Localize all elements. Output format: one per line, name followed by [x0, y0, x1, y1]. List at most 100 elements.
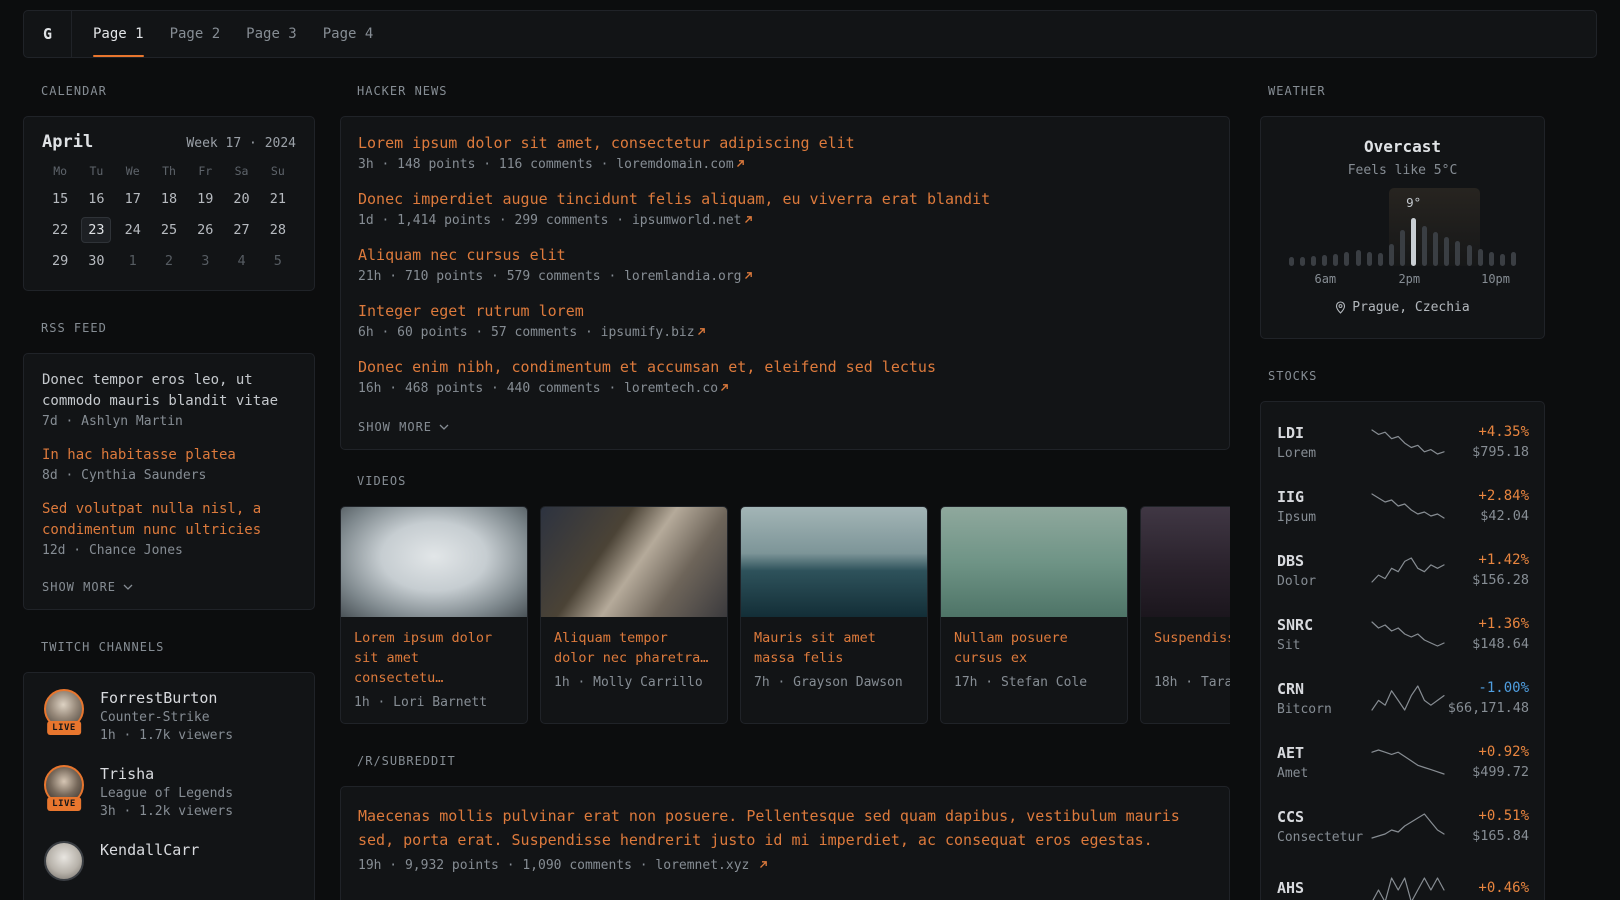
- weather-hour-bar: [1333, 254, 1338, 266]
- weather-hour-bar: [1367, 252, 1372, 266]
- stock-ticker: DBS: [1277, 552, 1371, 570]
- twitch-channel-item[interactable]: KendallCarr: [42, 841, 296, 881]
- video-title[interactable]: Mauris sit amet massa felis: [754, 628, 914, 668]
- external-link-icon: [744, 271, 753, 280]
- calendar-day: 24: [118, 217, 148, 243]
- rss-item: Donec tempor eros leo, ut commodo mauris…: [42, 370, 296, 429]
- weather-hour-bar: [1311, 256, 1316, 266]
- hn-item-domain[interactable]: ipsumify.biz: [601, 325, 695, 340]
- twitch-channel-item[interactable]: LIVETrishaLeague of Legends3h · 1.2k vie…: [42, 765, 296, 819]
- tab-page-1[interactable]: Page 1: [80, 11, 157, 57]
- stock-change: +1.36%: [1445, 616, 1529, 632]
- stock-row[interactable]: LDILorem+4.35%$795.18: [1277, 418, 1528, 466]
- hn-item-meta: 3h · 148 points · 116 comments · loremdo…: [358, 157, 1212, 172]
- weather-hour-bar: [1411, 218, 1416, 266]
- video-thumbnail[interactable]: [941, 507, 1127, 617]
- video-thumbnail[interactable]: [1141, 507, 1230, 617]
- stock-price: $66,171.48: [1445, 700, 1529, 716]
- hn-item: Donec imperdiet augue tincidunt felis al…: [358, 190, 1212, 228]
- show-more-label: SHOW MORE: [42, 580, 116, 594]
- hn-item-title[interactable]: Lorem ipsum dolor sit amet, consectetur …: [358, 134, 1212, 153]
- stock-change: +1.42%: [1445, 552, 1529, 568]
- rss-item-title[interactable]: Sed volutpat nulla nisl, a condimentum n…: [42, 499, 296, 541]
- stock-change: +0.46%: [1445, 880, 1529, 896]
- weather-hour-bar: [1500, 254, 1505, 266]
- calendar-day-cell: 24: [115, 217, 151, 243]
- stock-ticker: CCS: [1277, 808, 1371, 826]
- stock-symbol-block: LDILorem: [1277, 424, 1371, 461]
- weather-section-label: WEATHER: [1268, 84, 1545, 98]
- hn-item-title[interactable]: Aliquam nec cursus elit: [358, 246, 1212, 265]
- rss-item-title[interactable]: In hac habitasse platea: [42, 445, 296, 466]
- hn-item-domain[interactable]: ipsumworld.net: [632, 213, 742, 228]
- calendar-day-cell: 19: [187, 186, 223, 212]
- tab-page-3[interactable]: Page 3: [233, 11, 310, 57]
- calendar-day: 16: [81, 186, 111, 212]
- hn-item-domain[interactable]: loremdomain.com: [616, 157, 733, 172]
- stock-sparkline: [1371, 685, 1445, 711]
- stock-row[interactable]: AHS+0.46%: [1277, 866, 1528, 900]
- weather-feels-like: Feels like 5°C: [1277, 163, 1528, 178]
- external-link-icon: [759, 860, 768, 869]
- calendar-day: 17: [118, 186, 148, 212]
- stock-row[interactable]: DBSDolor+1.42%$156.28: [1277, 546, 1528, 594]
- live-badge: LIVE: [47, 797, 81, 811]
- hn-item-meta: 1d · 1,414 points · 299 comments · ipsum…: [358, 213, 1212, 228]
- stock-values-block: -1.00%$66,171.48: [1445, 680, 1529, 716]
- subreddit-post-domain[interactable]: loremnet.xyz: [655, 858, 749, 873]
- video-thumbnail[interactable]: [741, 507, 927, 617]
- hn-item-domain[interactable]: loremlandia.org: [624, 269, 741, 284]
- weather-location-row: Prague, Czechia: [1277, 300, 1528, 315]
- weather-hour-bar: [1467, 245, 1472, 266]
- stock-sparkline: [1371, 493, 1445, 519]
- hn-item-domain[interactable]: loremtech.co: [624, 381, 718, 396]
- weekday-label: Sa: [223, 164, 259, 178]
- video-title[interactable]: Aliquam tempor dolor nec pharetra…: [554, 628, 714, 668]
- weather-hour-bar: [1322, 255, 1327, 266]
- calendar-day: 25: [154, 217, 184, 243]
- calendar-day-cell: 18: [151, 186, 187, 212]
- hackernews-show-more-button[interactable]: SHOW MORE: [358, 420, 449, 434]
- stock-sparkline: [1371, 813, 1445, 839]
- stocks-widget: LDILorem+4.35%$795.18 IIGIpsum+2.84%$42.0…: [1260, 401, 1545, 900]
- video-info: Suspendisse diam18h · Tara: [1141, 617, 1230, 703]
- hn-item-title[interactable]: Integer eget rutrum lorem: [358, 302, 1212, 321]
- stock-row[interactable]: AETAmet+0.92%$499.72: [1277, 738, 1528, 786]
- hn-item-title[interactable]: Donec enim nibh, condimentum et accumsan…: [358, 358, 1212, 377]
- calendar-day: 19: [190, 186, 220, 212]
- tab-page-4[interactable]: Page 4: [310, 11, 387, 57]
- hn-item: Integer eget rutrum lorem6h · 60 points …: [358, 302, 1212, 340]
- stock-symbol-block: CRNBitcorn: [1277, 680, 1371, 717]
- external-link-icon: [744, 215, 753, 224]
- stock-ticker: CRN: [1277, 680, 1371, 698]
- stock-price: $795.18: [1445, 444, 1529, 460]
- stock-row[interactable]: SNRCSit+1.36%$148.64: [1277, 610, 1528, 658]
- middle-column: HACKER NEWS Lorem ipsum dolor sit amet, …: [340, 70, 1230, 900]
- stock-ticker: IIG: [1277, 488, 1371, 506]
- stock-row[interactable]: CRNBitcorn -1.00%$66,171.48: [1277, 674, 1528, 722]
- hackernews-section-label: HACKER NEWS: [357, 84, 1230, 98]
- rss-item-title[interactable]: Donec tempor eros leo, ut commodo mauris…: [42, 370, 296, 412]
- video-card-strip: Lorem ipsum dolor sit amet consectetu…1h…: [340, 506, 1230, 724]
- rss-show-more-button[interactable]: SHOW MORE: [42, 580, 133, 594]
- tab-page-2[interactable]: Page 2: [157, 11, 234, 57]
- hn-item-title[interactable]: Donec imperdiet augue tincidunt felis al…: [358, 190, 1212, 209]
- weather-hour-bar: [1422, 226, 1427, 266]
- video-title[interactable]: Lorem ipsum dolor sit amet consectetu…: [354, 628, 514, 688]
- stock-symbol-block: AETAmet: [1277, 744, 1371, 781]
- stock-price: $42.04: [1445, 508, 1529, 524]
- video-title[interactable]: Nullam posuere cursus ex: [954, 628, 1114, 668]
- video-thumbnail[interactable]: [541, 507, 727, 617]
- twitch-channel-item[interactable]: LIVEForrestBurtonCounter-Strike1h · 1.7k…: [42, 689, 296, 743]
- stock-row[interactable]: IIGIpsum+2.84%$42.04: [1277, 482, 1528, 530]
- video-title[interactable]: Suspendisse diam: [1154, 628, 1230, 668]
- video-thumbnail[interactable]: [341, 507, 527, 617]
- subreddit-post-title[interactable]: Maecenas mollis pulvinar erat non posuer…: [358, 804, 1212, 852]
- channel-viewers: 1h · 1.7k viewers: [100, 728, 233, 743]
- weather-time-axis: 6am2pm10pm: [1289, 272, 1516, 286]
- weekday-label: Su: [260, 164, 296, 178]
- rss-item-meta: 7d · Ashlyn Martin: [42, 414, 296, 429]
- calendar-day-cell: 26: [187, 217, 223, 243]
- stock-row[interactable]: CCSConsectetur+0.51%$165.84: [1277, 802, 1528, 850]
- weather-hour-bar: [1344, 252, 1349, 266]
